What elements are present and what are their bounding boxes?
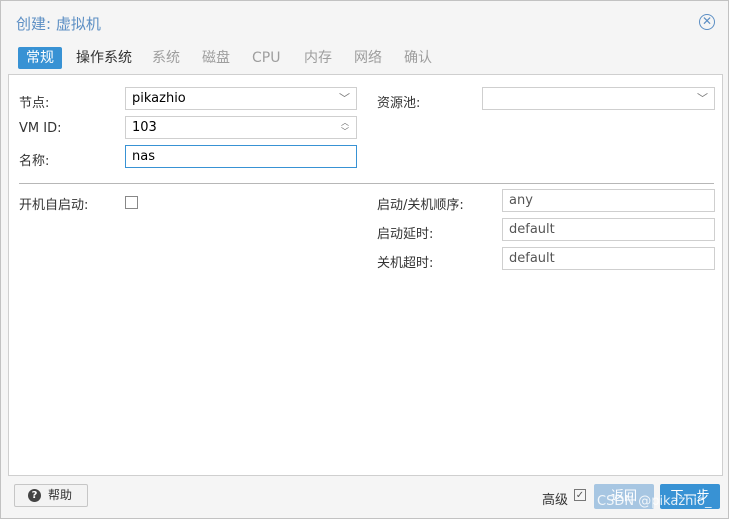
close-icon[interactable]: ✕ [699,14,715,30]
timeout-input[interactable]: default [502,247,715,270]
divider [19,183,714,184]
create-vm-dialog: 创建: 虚拟机 ✕ 常规 操作系统 系统 磁盘 CPU 内存 网络 确认 节点:… [0,0,729,519]
name-label: 名称: [19,154,50,169]
node-label: 节点: [19,96,50,111]
pool-select[interactable]: ﹀ [482,87,715,110]
node-select[interactable]: pikazhio ﹀ [125,87,357,110]
delay-value: default [509,222,555,237]
tab-os[interactable]: 操作系统 [68,47,140,69]
vmid-value: 103 [132,120,157,135]
tab-confirm: 确认 [404,50,432,66]
footer-bar: ? 帮助 高级 ✓ 返回 下一步 CSDN @pikazhio_ [1,477,728,518]
tab-network: 网络 [354,50,382,66]
delay-label: 启动延时: [377,227,434,242]
vmid-label: VM ID: [19,121,62,136]
autostart-label: 开机自启动: [19,198,89,213]
tab-bar: 常规 操作系统 系统 磁盘 CPU 内存 网络 确认 [9,45,724,71]
node-value: pikazhio [132,91,186,106]
chevron-down-icon[interactable]: ﹀ [697,88,708,109]
tab-memory: 内存 [304,50,332,66]
help-button[interactable]: ? 帮助 [14,484,88,507]
name-value: nas [132,149,155,164]
advanced-checkbox[interactable]: ✓ [574,489,586,501]
timeout-value: default [509,251,555,266]
spinner-icon[interactable]: ︿ ﹀ [341,118,349,136]
order-label: 启动/关机顺序: [377,198,464,213]
question-icon: ? [28,489,41,502]
advanced-label: 高级 [542,493,569,508]
dialog-title: 创建: 虚拟机 [16,15,101,33]
help-label: 帮助 [48,488,73,502]
name-input[interactable]: nas [125,145,357,168]
order-input[interactable]: any [502,189,715,212]
timeout-label: 关机超时: [377,256,434,271]
order-value: any [509,193,533,208]
watermark: CSDN @pikazhio_ [597,494,712,509]
autostart-checkbox[interactable] [125,196,138,209]
tab-disk: 磁盘 [202,50,230,66]
vmid-stepper[interactable]: 103 ︿ ﹀ [125,116,357,139]
chevron-down-icon[interactable]: ﹀ [339,88,350,109]
tab-general[interactable]: 常规 [18,47,62,69]
general-panel: 节点: pikazhio ﹀ VM ID: 103 ︿ ﹀ 名称: nas 资源池… [8,74,723,476]
tab-system: 系统 [152,50,180,66]
tab-cpu: CPU [252,50,281,66]
delay-input[interactable]: default [502,218,715,241]
pool-label: 资源池: [377,96,421,111]
title-bar: 创建: 虚拟机 ✕ [1,1,728,41]
